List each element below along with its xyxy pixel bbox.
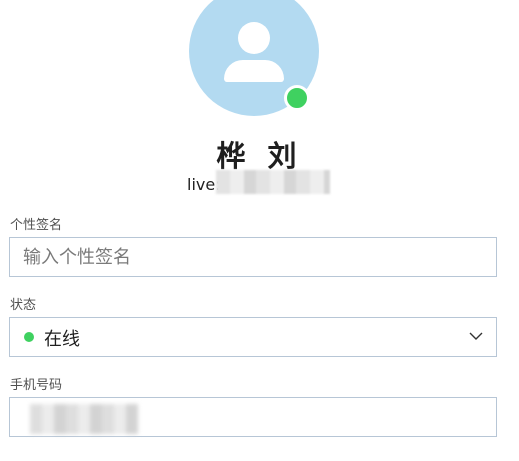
signature-input[interactable]	[9, 237, 497, 277]
phone-label: 手机号码	[10, 378, 63, 393]
profile-panel: 桦 刘 live: 个性签名 状态 在线 手机号码	[0, 0, 519, 461]
person-icon-body	[224, 60, 284, 82]
status-label: 状态	[10, 298, 37, 313]
person-icon-head	[238, 22, 270, 54]
signature-label: 个性签名	[10, 218, 63, 233]
status-value: 在线	[44, 329, 80, 350]
profile-name: 桦 刘	[216, 139, 303, 173]
online-presence-icon	[284, 85, 310, 111]
status-select[interactable]: 在线	[9, 317, 497, 357]
phone-field[interactable]	[9, 397, 497, 437]
live-id-redacted	[216, 170, 330, 194]
online-status-icon	[24, 332, 34, 342]
chevron-down-icon	[469, 332, 483, 340]
phone-redacted	[30, 404, 138, 434]
